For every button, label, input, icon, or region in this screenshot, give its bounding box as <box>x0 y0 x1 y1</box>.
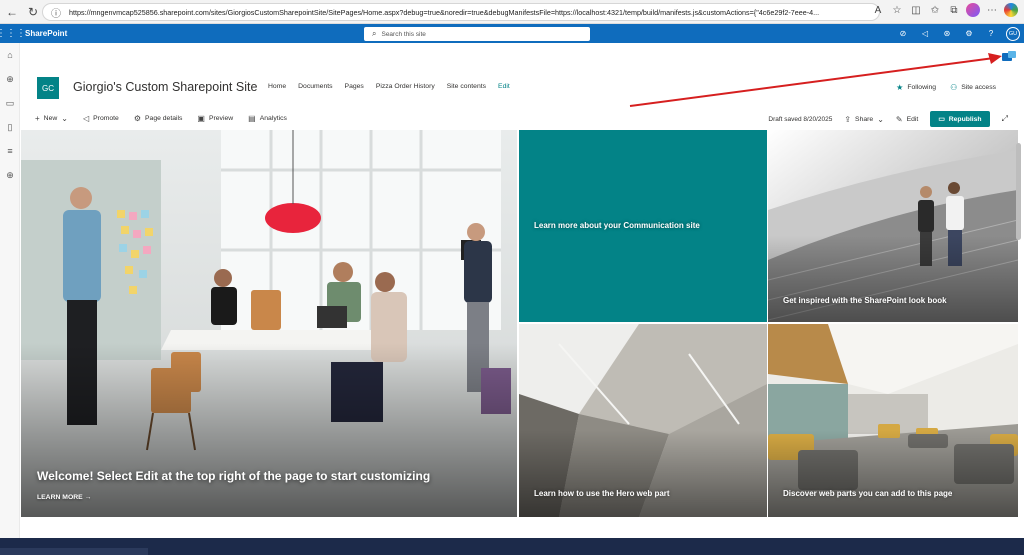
share-button[interactable]: ⇪ Share ⌄ <box>844 115 884 124</box>
hero-web-part: Welcome! Select Edit at the top right of… <box>21 130 1018 517</box>
hero-tile-caption: Get inspired with the SharePoint look bo… <box>783 296 947 305</box>
edit-label: Edit <box>906 115 919 123</box>
home-icon[interactable]: ⌂ <box>0 43 20 67</box>
promote-button[interactable]: ◁ Promote <box>83 114 119 123</box>
vertical-scrollbar[interactable] <box>1016 143 1021 240</box>
office-scene-image <box>21 130 517 517</box>
hero-tile-hero-web-part[interactable]: Learn how to use the Hero web part <box>519 324 767 517</box>
hero-tile-caption: Learn more about your Communication site <box>534 221 700 230</box>
search-input[interactable]: ⌕ Search this site <box>364 27 590 41</box>
annotation-arrow <box>629 53 1002 107</box>
hero-tile-caption: Learn how to use the Hero web part <box>534 489 670 498</box>
hero-main-tile[interactable]: Welcome! Select Edit at the top right of… <box>21 130 517 517</box>
following-label: Following <box>907 84 937 91</box>
search-placeholder: Search this site <box>381 30 426 38</box>
gear-icon[interactable]: ⚙ <box>962 29 976 38</box>
copilot-icon[interactable] <box>1004 3 1018 17</box>
help-circle-icon[interactable]: ⊘ <box>896 29 910 38</box>
url-text: https://mngenvmcap525856.sharepoint.com/… <box>69 7 820 17</box>
read-aloud-icon[interactable]: A <box>871 3 885 17</box>
document-icon[interactable]: ▯ <box>0 115 20 139</box>
plus-icon: + <box>35 114 40 123</box>
browser-toolbar: ← ↻ ⓘ https://mngenvmcap525856.sharepoin… <box>0 0 1024 24</box>
site-actions: ★ Following ⚇ Site access <box>896 83 996 92</box>
megaphone-icon: ◁ <box>82 114 90 123</box>
pencil-icon: ✎ <box>895 114 903 124</box>
favorites-icon[interactable]: ✩ <box>928 3 942 17</box>
analytics-label: Analytics <box>259 115 287 122</box>
preview-label: Preview <box>208 115 234 122</box>
question-icon[interactable]: ? <box>984 29 998 38</box>
staircase-image <box>768 130 1018 322</box>
database-icon[interactable]: ≡ <box>0 139 20 163</box>
analytics-button[interactable]: ▤ Analytics <box>248 114 287 123</box>
site-logo[interactable]: GC <box>37 77 59 99</box>
share-network-icon[interactable]: ⊛ <box>940 29 954 38</box>
profile-icon[interactable] <box>966 3 980 17</box>
taskbar <box>0 538 1024 555</box>
hero-tile-look-book[interactable]: Get inspired with the SharePoint look bo… <box>768 130 1018 322</box>
site-navigation: Home Documents Pages Pizza Order History… <box>268 83 522 90</box>
more-icon[interactable]: ⋯ <box>985 3 999 17</box>
draft-status: Draft saved 8/20/2025 <box>768 115 833 123</box>
page-details-label: Page details <box>145 115 183 122</box>
browser-extensions: A ☆ ◫ ✩ ⧉ ⋯ <box>871 3 1024 17</box>
hero-tile-communication-site[interactable]: Learn more about your Communication site <box>519 130 767 322</box>
promote-label: Promote <box>93 115 119 122</box>
hero-tile-web-parts[interactable]: Discover web parts you can add to this p… <box>768 324 1018 517</box>
taskbar-segment <box>0 548 148 555</box>
chart-icon: ▤ <box>248 114 256 123</box>
nav-pages[interactable]: Pages <box>345 83 364 90</box>
search-icon: ⌕ <box>372 29 377 38</box>
site-info-icon[interactable]: ⓘ <box>49 5 63 20</box>
avatar[interactable]: GU <box>1006 26 1020 41</box>
news-icon[interactable]: ▭ <box>0 91 20 115</box>
collections-icon[interactable]: ⧉ <box>947 3 961 17</box>
learn-more-link[interactable]: LEARN MORE → <box>37 494 91 501</box>
republish-icon: ▭ <box>938 116 945 123</box>
hero-tile-caption: Discover web parts you can add to this p… <box>783 489 953 498</box>
app-launcher-icon[interactable]: ⋮⋮⋮ <box>0 24 26 43</box>
following-button[interactable]: ★ Following <box>896 83 936 92</box>
star-icon: ★ <box>896 83 904 92</box>
refresh-icon[interactable]: ↻ <box>24 3 42 21</box>
chevron-down-icon: ⌄ <box>61 114 68 123</box>
left-rail: ⌂ ⊕ ▭ ▯ ≡ ⊕ <box>0 43 20 538</box>
new-button[interactable]: + New ⌄ <box>35 114 68 123</box>
site-title[interactable]: Giorgio's Custom Sharepoint Site <box>73 80 257 94</box>
people-icon: ⚇ <box>950 83 958 92</box>
megaphone-icon[interactable]: ◁ <box>918 29 932 38</box>
new-label: New <box>43 115 58 122</box>
nav-home[interactable]: Home <box>268 83 286 90</box>
create-icon[interactable]: ⊕ <box>0 163 20 187</box>
favorite-icon[interactable]: ☆ <box>890 3 904 17</box>
address-bar[interactable]: ⓘ https://mngenvmcap525856.sharepoint.co… <box>42 3 880 21</box>
preview-button[interactable]: ▣ Preview <box>197 114 233 123</box>
globe-icon[interactable]: ⊕ <box>0 67 20 91</box>
app-name[interactable]: SharePoint <box>25 29 67 38</box>
command-bar: + New ⌄ ◁ Promote ⚙ Page details ▣ Previ… <box>20 108 1024 129</box>
hero-main-title: Welcome! Select Edit at the top right of… <box>37 469 431 483</box>
page-details-button[interactable]: ⚙ Page details <box>134 114 183 123</box>
chevron-down-icon: ⌄ <box>877 114 884 124</box>
nav-documents[interactable]: Documents <box>298 83 332 90</box>
site-access-button[interactable]: ⚇ Site access <box>950 83 996 92</box>
suite-bar: ⋮⋮⋮ SharePoint ⌕ Search this site ⊘ ◁ ⊛ … <box>0 24 1024 43</box>
nav-edit[interactable]: Edit <box>498 83 510 90</box>
suite-actions: ⊘ ◁ ⊛ ⚙ ? GU <box>896 24 1020 43</box>
back-icon[interactable]: ← <box>3 3 21 21</box>
share-label: Share <box>855 115 874 123</box>
edit-button[interactable]: ✎ Edit <box>896 115 918 124</box>
preview-icon: ▣ <box>197 114 205 123</box>
command-bar-right: Draft saved 8/20/2025 ⇪ Share ⌄ ✎ Edit ▭… <box>768 111 1008 127</box>
republish-label: Republish <box>948 115 982 123</box>
nav-pizza-order-history[interactable]: Pizza Order History <box>376 83 435 90</box>
site-access-label: Site access <box>961 84 996 91</box>
republish-button[interactable]: ▭ Republish <box>930 111 990 127</box>
share-icon: ⇪ <box>844 114 852 124</box>
expand-icon[interactable]: ⤢ <box>1002 114 1008 124</box>
gear-icon: ⚙ <box>133 114 141 123</box>
nav-site-contents[interactable]: Site contents <box>447 83 486 90</box>
split-screen-icon[interactable]: ◫ <box>909 3 923 17</box>
